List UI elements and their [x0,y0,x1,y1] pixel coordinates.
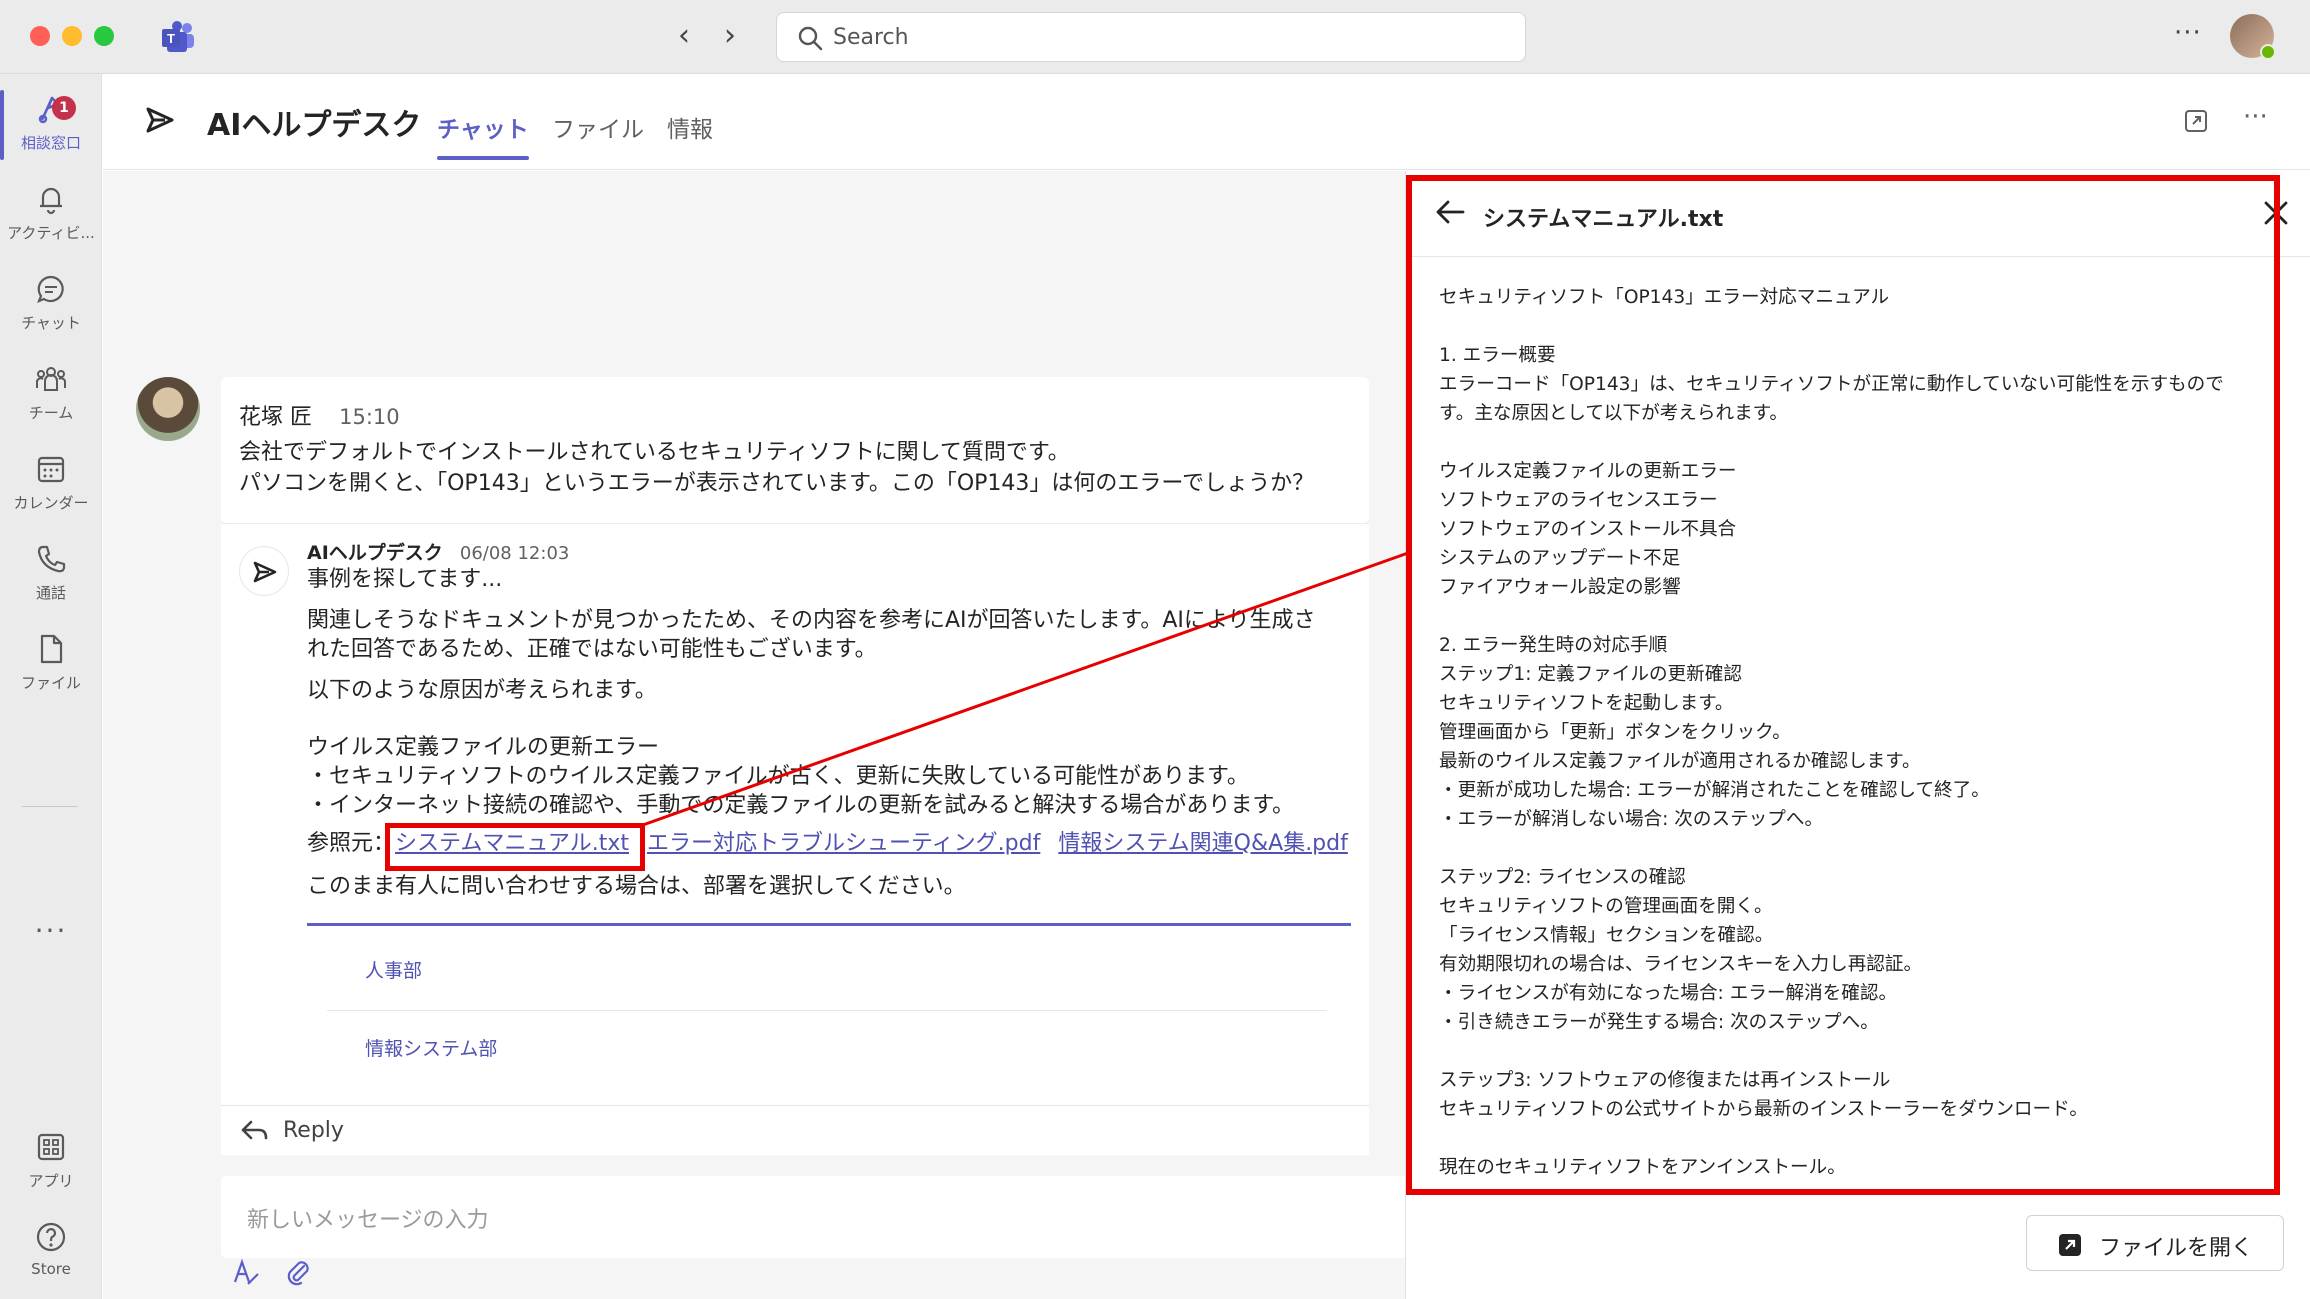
message-line: 会社でデフォルトでインストールされているセキュリティソフトに関して質問です。 [239,440,1070,465]
send-arrow-icon [146,107,174,133]
help-icon [36,1222,66,1252]
status-text: 事例を探してます... [307,567,503,592]
app-rail: 相談窓口 1 アクティビ... チャット チーム カレンダー 通話 ファイル ·… [0,74,102,1299]
message-line: れた回答であるため、正確ではない可能性もございます。 [307,637,877,662]
reply-arrow-icon [241,1120,268,1140]
minimize-window-button[interactable] [62,26,82,46]
rail-item-activity[interactable]: アクティビ... [0,172,102,258]
reference-link-qa[interactable]: 情報システム関連Q&A集.pdf [1058,831,1348,856]
close-window-button[interactable] [30,26,50,46]
rail-item-store[interactable]: Store [0,1210,102,1296]
open-external-icon [2059,1234,2081,1256]
channel-header: AIヘルプデスク チャット ファイル 情報 ··· [103,74,2310,170]
file-icon [40,634,63,664]
search-input[interactable]: Search [776,12,1526,62]
calendar-icon [37,456,65,483]
message-text: 会社でデフォルトでインストールされているセキュリティソフトに関して質問です。 パ… [239,437,1351,499]
page-title: AIヘルプデスク [207,108,422,143]
reference-link-troubleshooting[interactable]: エラー対応トラブルシューティング.pdf [647,831,1040,856]
rail-item-label: チャット [21,314,81,332]
teams-logo-icon: T [162,21,194,52]
rail-item-label: アクティビ... [7,224,95,242]
department-option-hr[interactable]: 人事部 [365,956,422,983]
forward-arrow-icon[interactable]: › [712,18,748,54]
rail-item-label: 相談窓口 [20,134,81,152]
message-line: このまま有人に問い合わせする場合は、部署を選択してください。 [307,874,966,899]
presence-available-icon [2260,44,2276,60]
search-placeholder: Search [833,25,909,50]
profile-avatar[interactable] [2230,14,2276,60]
cause-title: ウイルス定義ファイルの更新エラー [307,735,660,760]
tab-files[interactable]: ファイル [552,110,644,144]
rail-item-label: チーム [28,404,74,422]
message-compose-box[interactable]: 新しいメッセージの入力 [221,1176,1451,1258]
notification-badge: 1 [52,96,76,120]
bot-avatar [239,546,289,596]
popout-icon[interactable] [2183,108,2209,134]
avatar[interactable] [136,377,200,441]
rail-item-chat[interactable]: チャット [0,262,102,348]
user-message: 花塚 匠 15:10 会社でデフォルトでインストールされているセキュリティソフト… [221,377,1369,523]
rail-item-label: カレンダー [13,494,89,512]
message-line: 以下のような原因が考えられます。 [307,678,657,703]
reference-highlight-box [385,823,645,871]
message-line: 関連しそうなドキュメントが見つかったため、その内容を参考にAIが回答いたします。… [307,608,1316,633]
more-options-icon[interactable]: ··· [2243,102,2268,132]
open-file-button[interactable]: ファイルを開く [2026,1215,2284,1271]
search-icon [798,26,823,51]
teams-icon [36,367,66,391]
rail-divider [22,806,78,807]
divider [327,1010,1327,1011]
apps-icon [37,1133,65,1161]
message-time: 06/08 12:03 [459,543,570,564]
rail-item-calendar[interactable]: カレンダー [0,442,102,528]
rail-item-files[interactable]: ファイル [0,622,102,708]
cause-point: ・セキュリティソフトのウイルス定義ファイルが古く、更新に失敗している可能性があり… [307,764,1249,789]
conversation-pane: 花塚 匠 15:10 会社でデフォルトでインストールされているセキュリティソフト… [103,171,1451,1299]
rail-item-label: 通話 [35,584,66,602]
sender-name: AIヘルプデスク [307,542,443,564]
more-apps-icon[interactable]: ··· [0,914,102,947]
message-line: パソコンを開くと、「OP143」というエラーが表示されています。この「OP143… [239,471,1315,496]
rail-item-apps[interactable]: アプリ [0,1120,102,1206]
send-arrow-icon [253,561,277,583]
rail-item-label: Store [31,1260,71,1278]
open-file-label: ファイルを開く [2099,1236,2254,1261]
message-time: 15:10 [339,405,400,429]
rail-item-label: ファイル [20,674,81,692]
sender-name: 花塚 匠 [239,405,312,430]
rail-item-calls[interactable]: 通話 [0,532,102,618]
department-option-it[interactable]: 情報システム部 [365,1034,497,1061]
chat-icon [37,275,64,303]
svg-text:T: T [167,31,175,46]
rail-item-label: アプリ [28,1172,74,1190]
format-icon[interactable] [232,1258,260,1286]
tab-chat[interactable]: チャット [437,110,529,160]
rail-item-consultation[interactable]: 相談窓口 1 [0,82,102,168]
title-bar: T ‹ › Search ··· [0,0,2310,74]
phone-icon [37,545,66,573]
reply-label: Reply [283,1118,344,1143]
department-choices: 人事部 情報システム部 [307,923,1351,1081]
file-viewer-highlight-box [1406,175,2280,1195]
back-arrow-icon[interactable]: ‹ [666,18,702,54]
attach-icon[interactable] [284,1258,312,1286]
compose-placeholder: 新しいメッセージの入力 [247,1208,489,1233]
reply-button[interactable]: Reply [221,1105,1369,1155]
rail-item-teams[interactable]: チーム [0,352,102,438]
more-options-icon[interactable]: ··· [2174,18,2202,48]
tab-info[interactable]: 情報 [667,110,713,144]
references-label: 参照元： [307,831,396,856]
cause-point: ・インターネット接続の確認や、手動での定義ファイルの更新を試みると解決する場合が… [307,793,1295,818]
bell-icon [40,187,62,215]
zoom-window-button[interactable] [94,26,114,46]
